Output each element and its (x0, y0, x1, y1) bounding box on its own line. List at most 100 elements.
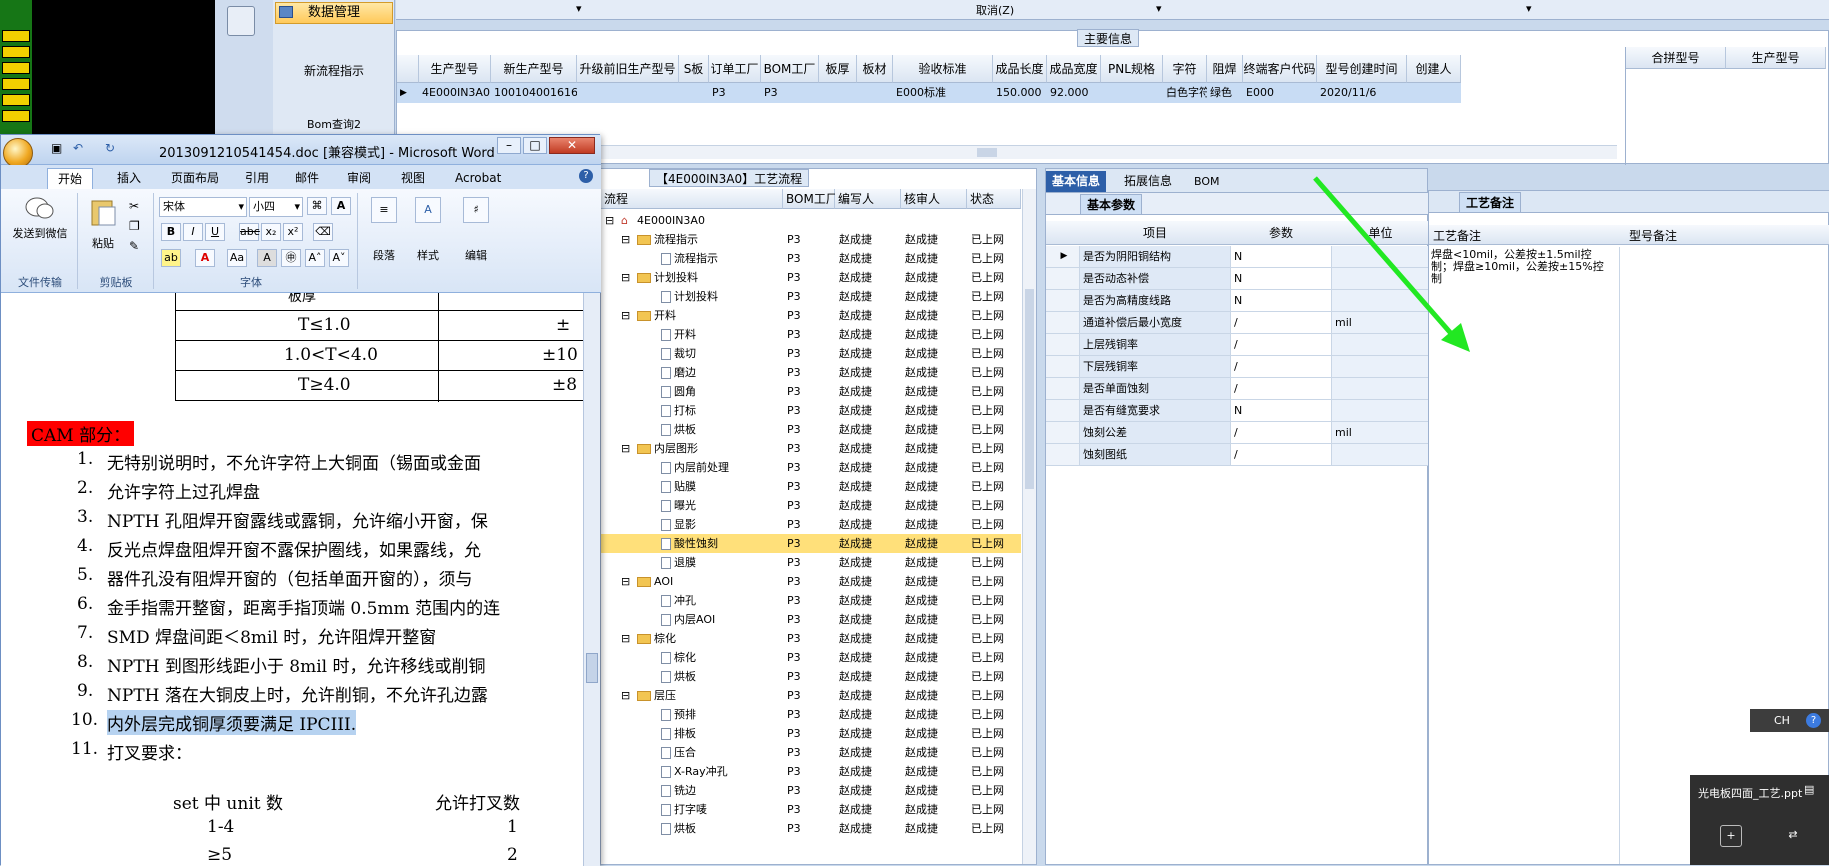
save-icon[interactable]: ▣ (51, 141, 62, 155)
char-shading-icon[interactable]: A (257, 249, 277, 267)
list-item: 器件孔没有阻焊开窗的（包括单面开窗的），须与 (107, 570, 473, 590)
list-number: 7. (77, 623, 94, 643)
help-icon[interactable]: ? (1806, 713, 1821, 728)
superscript-icon[interactable]: x² (283, 223, 303, 241)
minimize-button[interactable]: – (497, 137, 521, 154)
list-item: NPTH 孔阻焊开窗露线或露铜，允许缩小开窗，保 (107, 512, 488, 532)
list-number: 11. (71, 739, 99, 759)
word-tab[interactable]: 审阅 (337, 168, 381, 189)
divider (77, 193, 78, 289)
underline-icon[interactable]: U (205, 223, 225, 241)
word-window: ▣ ↶ ↻ 2013091210541454.doc [兼容模式] - Micr… (0, 134, 601, 866)
word-tab[interactable]: 邮件 (285, 168, 329, 189)
close-button[interactable]: ✕ (549, 137, 595, 154)
arrow-line (1313, 176, 1457, 340)
wechat-icon (25, 197, 54, 219)
clear-format-icon[interactable]: ⌫ (313, 223, 333, 241)
list-item: 金手指需开整窗，距离手指顶端 0.5mm 范围内的连 (107, 599, 501, 619)
char-border-icon[interactable]: A (331, 197, 351, 215)
list-item: NPTH 到图形线距小于 8mil 时，允许移线或削铜 (107, 657, 486, 677)
word-tab[interactable]: 引用 (235, 168, 279, 189)
group-label: 文件传输 (18, 276, 62, 289)
table-header: 板厚 (288, 293, 316, 305)
word-titlebar: ▣ ↶ ↻ 2013091210541454.doc [兼容模式] - Micr… (1, 135, 601, 168)
group-label: 字体 (240, 276, 262, 289)
styles-icon[interactable]: A (415, 197, 441, 223)
bold-icon[interactable]: B (161, 223, 181, 241)
table-cell: ±10 (542, 345, 578, 365)
list-number: 2. (77, 478, 94, 498)
table-cell: ±8 (552, 375, 578, 395)
divider (357, 193, 358, 289)
cam-heading: CAM 部分： (27, 421, 135, 446)
edit-button[interactable]: 编辑 (453, 247, 499, 263)
paragraph-icon[interactable]: ≡ (371, 197, 397, 223)
word-tab[interactable]: 页面布局 (161, 168, 229, 189)
styles-button[interactable]: 样式 (405, 247, 451, 263)
set-table-col2: 允许打叉数 (435, 794, 520, 814)
table-cell: T≤1.0 (298, 315, 351, 335)
copy-icon[interactable]: ❐ (129, 219, 140, 233)
group-label: 剪贴板 (99, 276, 133, 289)
paste-button[interactable]: 粘贴 (85, 235, 121, 251)
list-number: 10. (71, 710, 99, 730)
subscript-icon[interactable]: x₂ (261, 223, 281, 241)
word-tab[interactable]: 开始 (47, 168, 94, 189)
cut-icon[interactable]: ✂ (129, 199, 139, 213)
word-ribbon-tabs: 开始 插入 页面布局 引用 邮件 审阅 视图 Acrobat ? (1, 165, 601, 189)
window-title: 2013091210541454.doc [兼容模式] - Microsoft … (159, 146, 495, 161)
document-scrollbar[interactable] (583, 293, 600, 866)
set-table-cell: 1-4 (207, 817, 235, 837)
phonetic-guide-icon[interactable]: ⌘ (307, 197, 327, 215)
highlight-icon[interactable]: ab (161, 249, 181, 267)
help-icon[interactable]: ? (579, 169, 593, 183)
chevron-down-icon: ▾ (294, 200, 300, 213)
word-tab[interactable]: 视图 (391, 168, 435, 189)
table-cell: T≥4.0 (298, 375, 351, 395)
font-name-select[interactable]: 宋体 ▾ (159, 197, 247, 217)
document-area[interactable]: 板厚 T≤1.0 1.0<T<4.0 T≥4.0 ± ±10 ±8 CAM 部分… (1, 293, 583, 866)
ime-indicator[interactable]: CH ? (1750, 709, 1829, 732)
list-number: 9. (77, 681, 94, 701)
redo-icon[interactable]: ↻ (105, 141, 115, 155)
shrink-font-icon[interactable]: A˅ (329, 249, 349, 267)
scrollbar-thumb[interactable] (586, 653, 598, 683)
table-cell: ± (556, 315, 571, 335)
list-item: 打叉要求： (107, 744, 192, 764)
maximize-button[interactable]: □ (523, 137, 547, 154)
enclose-char-icon[interactable]: ㊥ (281, 249, 301, 267)
paragraph-button[interactable]: 段落 (361, 247, 407, 263)
list-number: 3. (77, 507, 94, 527)
italic-icon[interactable]: I (183, 223, 203, 241)
word-tab[interactable]: Acrobat (445, 168, 511, 189)
list-item: 内外层完成铜厚须要满足 IPCIII. (107, 710, 357, 735)
open-file-icon[interactable]: + (1720, 825, 1742, 847)
file-notification: 光电板四面_工艺.ppt ▤ + ⇄ (1690, 775, 1829, 865)
list-number: 6. (77, 594, 94, 614)
thickness-table: 板厚 T≤1.0 1.0<T<4.0 T≥4.0 ± ±10 ±8 (175, 293, 583, 402)
list-number: 1. (77, 449, 94, 469)
table-cell: 1.0<T<4.0 (284, 345, 378, 365)
desktop: 数据管理 新流程指示 Bom查询2 ▾ 取消(Z) ▾ ▾ 主要信息 ▶ 生产型号… (0, 0, 1829, 866)
list-item: NPTH 落在大铜皮上时，允许削铜，不允许孔边露 (107, 686, 488, 706)
office-button-icon[interactable] (3, 138, 33, 168)
send-to-wechat-button[interactable]: 发送到微信 (5, 225, 75, 241)
font-color-icon[interactable]: A (195, 249, 215, 267)
format-painter-icon[interactable]: ✎ (129, 239, 139, 253)
share-icon[interactable]: ⇄ (1782, 825, 1804, 847)
list-item: 反光点焊盘阻焊开窗不露保护圈线，如果露线，允 (107, 541, 481, 561)
paste-icon (91, 200, 116, 226)
font-size-select[interactable]: 小四 ▾ (249, 197, 303, 217)
strikethrough-icon[interactable]: abc (239, 223, 260, 241)
grow-font-icon[interactable]: A˄ (305, 249, 325, 267)
divider (153, 193, 154, 289)
word-tab[interactable]: 插入 (107, 168, 151, 189)
undo-icon[interactable]: ↶ (73, 141, 83, 155)
change-case-icon[interactable]: Aa (227, 249, 247, 267)
chevron-down-icon: ▾ (238, 200, 244, 213)
file-icon: ▤ (1804, 783, 1815, 796)
word-ribbon: 发送到微信 文件传输 粘贴 ✂ ❐ ✎ 剪贴板 宋体 ▾ 小四 ▾ ⌘ A B I … (1, 189, 601, 293)
set-table-cell: 2 (507, 845, 518, 865)
find-icon[interactable]: ♯ (463, 197, 489, 223)
list-item: 允许字符上过孔焊盘 (107, 483, 260, 503)
